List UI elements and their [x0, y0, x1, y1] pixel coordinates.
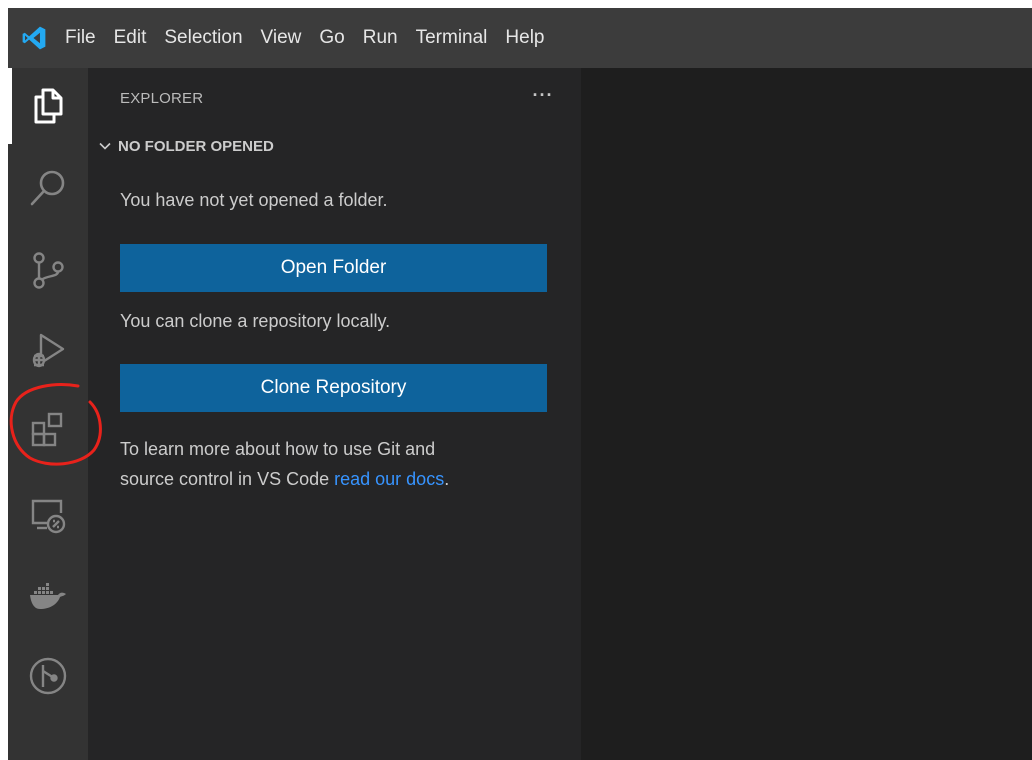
clone-repository-button[interactable]: Clone Repository — [120, 364, 547, 412]
activity-explorer[interactable] — [8, 68, 88, 144]
run-debug-icon — [32, 333, 65, 368]
activity-extensions[interactable] — [8, 392, 88, 468]
explorer-sidebar: EXPLORER ··· NO FOLDER OPENED You have n… — [88, 68, 581, 760]
title-bar: File Edit Selection View Go Run Terminal… — [8, 8, 1032, 68]
open-folder-button[interactable]: Open Folder — [120, 244, 547, 292]
menu-terminal[interactable]: Terminal — [407, 8, 497, 68]
menu-bar: File Edit Selection View Go Run Terminal… — [56, 8, 554, 68]
section-title: NO FOLDER OPENED — [118, 137, 274, 155]
source-control-icon — [33, 252, 64, 289]
activity-remote-explorer[interactable] — [8, 478, 88, 554]
menu-selection[interactable]: Selection — [155, 8, 251, 68]
gitlens-icon — [29, 657, 67, 695]
menu-help[interactable]: Help — [496, 8, 553, 68]
learn-more-prefix: source control in VS Code — [120, 469, 335, 489]
learn-more-text: To learn more about how to use Git and s… — [120, 434, 449, 494]
read-our-docs-link[interactable]: read our docs — [334, 469, 444, 489]
search-icon — [30, 170, 65, 206]
activity-gitlens[interactable] — [8, 638, 88, 714]
section-no-folder-opened[interactable]: NO FOLDER OPENED — [98, 134, 274, 158]
sidebar-title: EXPLORER — [120, 90, 204, 107]
activity-docker[interactable] — [8, 558, 88, 634]
remote-explorer-icon — [31, 499, 66, 534]
menu-file[interactable]: File — [56, 8, 105, 68]
activity-run-debug[interactable] — [8, 312, 88, 388]
vscode-window: File Edit Selection View Go Run Terminal… — [8, 8, 1032, 760]
editor-area — [581, 68, 1032, 760]
activity-source-control[interactable] — [8, 232, 88, 308]
menu-go[interactable]: Go — [310, 8, 353, 68]
more-actions-button[interactable]: ··· — [528, 82, 558, 108]
learn-more-line1: To learn more about how to use Git and — [120, 439, 436, 459]
activity-bar — [8, 68, 88, 760]
files-icon — [34, 88, 63, 124]
no-folder-message: You have not yet opened a folder. — [120, 190, 388, 210]
clone-message: You can clone a repository locally. — [120, 311, 391, 331]
activity-search[interactable] — [8, 150, 88, 226]
menu-view[interactable]: View — [252, 8, 311, 68]
learn-more-suffix: . — [444, 469, 450, 489]
menu-run[interactable]: Run — [354, 8, 407, 68]
extensions-icon — [31, 412, 63, 447]
vscode-logo-icon[interactable] — [8, 8, 56, 68]
menu-edit[interactable]: Edit — [105, 8, 156, 68]
chevron-down-icon — [98, 139, 112, 153]
docker-icon — [30, 583, 66, 609]
learn-more-line2: source control in VS Code read our docs. — [120, 464, 449, 494]
